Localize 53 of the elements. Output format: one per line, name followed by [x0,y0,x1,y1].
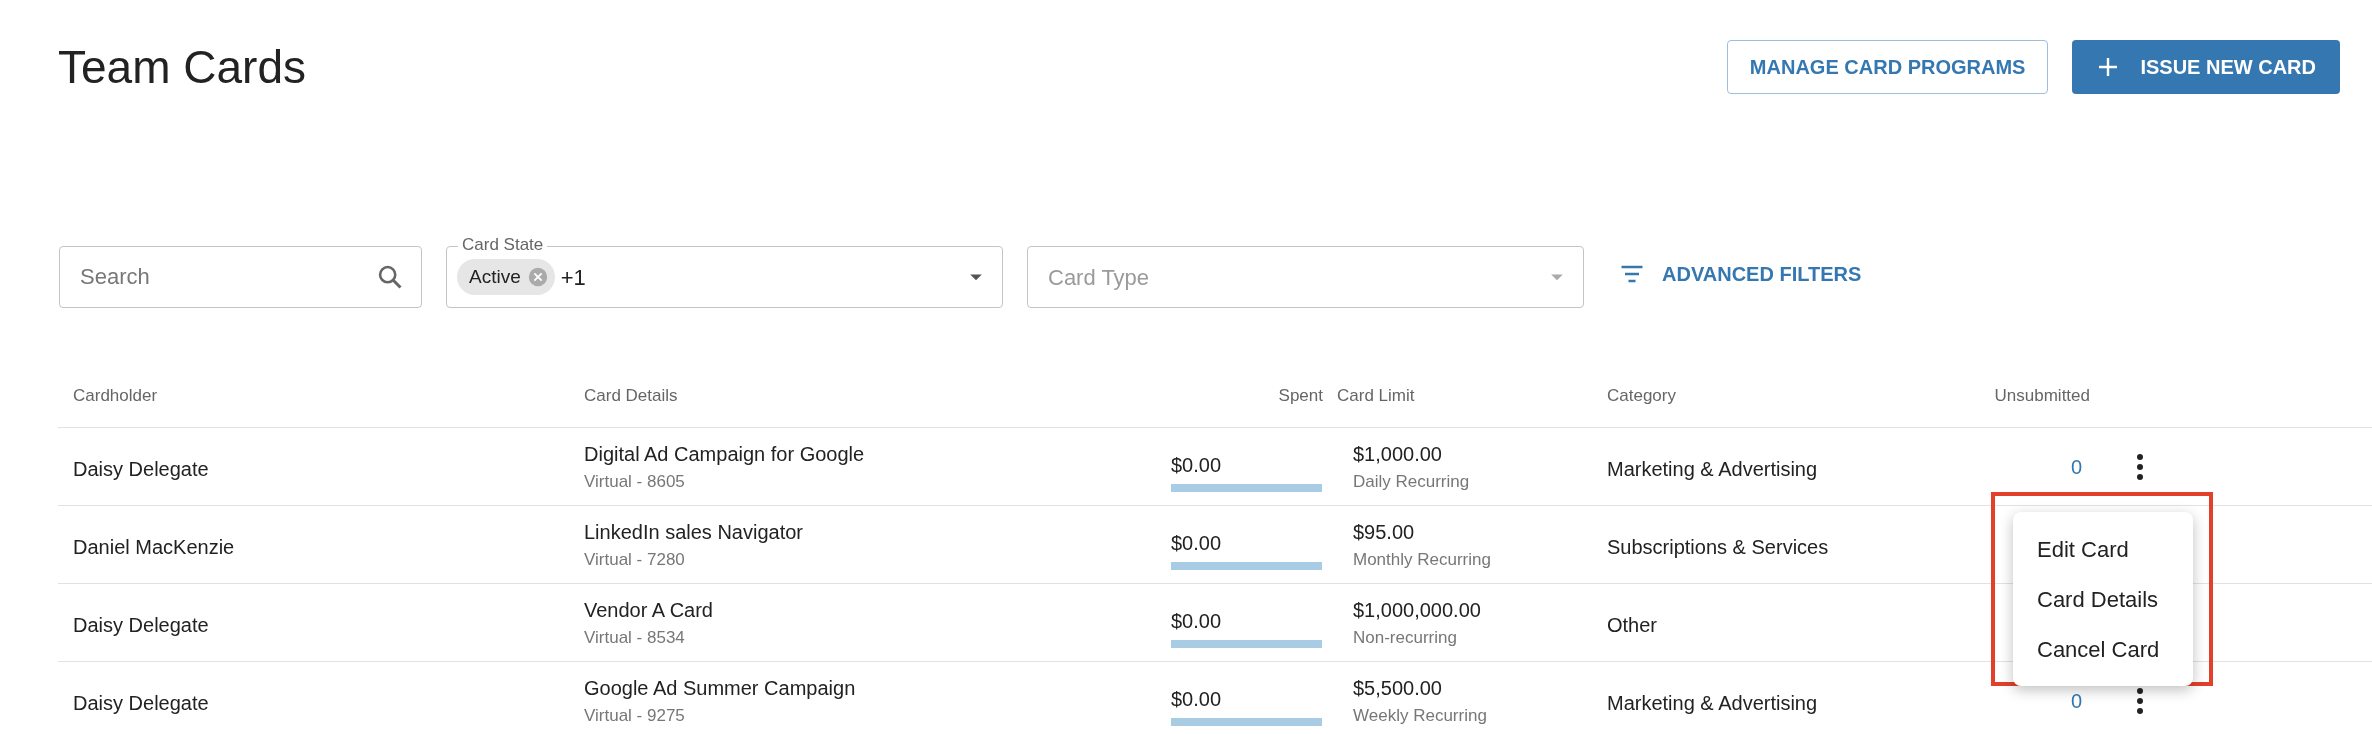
page-title: Team Cards [58,44,306,90]
card-number: Virtual - 7280 [584,548,686,571]
limit-amount: $5,500.00 [1353,675,1443,701]
spent-amount: $0.00 [1171,452,1222,478]
column-header: Spent [1277,384,1324,407]
menu-item[interactable]: Edit Card [2013,524,2193,574]
search-field[interactable]: Search [59,246,422,308]
kebab-icon [2137,453,2143,480]
manage-programs-button[interactable]: MANAGE CARD PROGRAMS [1726,40,2049,94]
spent-amount: $0.00 [1171,530,1222,556]
column-header: Category [1607,384,1677,407]
card-type-dropdown[interactable]: Card Type [1027,246,1584,308]
table-cell-text: Other [1607,612,1659,638]
limit-period: Weekly Recurring [1353,704,1488,727]
clear-icon [526,266,549,288]
menu-item[interactable]: Cancel Card [2013,624,2193,674]
limit-period: Daily Recurring [1353,470,1471,493]
limit-amount: $1,000,000.00 [1353,597,1482,623]
table-cell-text: Daniel MacKenzie [73,534,236,560]
dropdown-placeholder: Card Type [1048,263,1150,292]
spent-amount: $0.00 [1171,608,1222,634]
limit-amount: $1,000.00 [1353,441,1443,467]
unsubmitted-count[interactable]: 0 [1962,451,2090,482]
limit-period: Non-recurring [1353,626,1458,649]
table-cell-text: Marketing & Advertising [1607,456,1819,482]
more-count: +1 [560,263,587,292]
unsubmitted-count[interactable]: 0 [1962,685,2090,716]
column-header: Card Details [584,384,679,407]
spent-amount: $0.00 [1171,686,1222,712]
card-number: Virtual - 8534 [584,626,686,649]
card-name: Digital Ad Campaign for Google [584,441,866,467]
card-number: Virtual - 9275 [584,704,686,727]
card-name: Google Ad Summer Campaign [584,675,857,701]
table-cell-text: Daisy Delegate [73,690,210,716]
card-number: Virtual - 8605 [584,470,686,493]
advanced-filters-button[interactable]: ADVANCED FILTERS [1618,259,1862,289]
card-name: Vendor A Card [584,597,714,623]
column-header: Card Limit [1337,384,1416,407]
card-name: LinkedIn sales Navigator [584,519,804,545]
search-icon [376,263,404,291]
kebab-icon [2137,687,2143,714]
column-header: Cardholder [73,384,159,407]
limit-period: Monthly Recurring [1353,548,1492,571]
issue-card-button[interactable]: ISSUE NEW CARD [2072,40,2340,94]
menu-item[interactable]: Card Details [2013,574,2193,624]
table-cell-text: Daisy Delegate [73,612,210,638]
column-header: Unsubmitted [1993,384,2090,407]
table-cell-text: Daisy Delegate [73,456,210,482]
table-cell-text: Marketing & Advertising [1607,690,1819,716]
table-cell-text: Subscriptions & Services [1607,534,1830,560]
chip-label: Active [469,264,521,289]
filter-chip[interactable]: Active [457,259,555,295]
limit-amount: $95.00 [1353,519,1416,545]
